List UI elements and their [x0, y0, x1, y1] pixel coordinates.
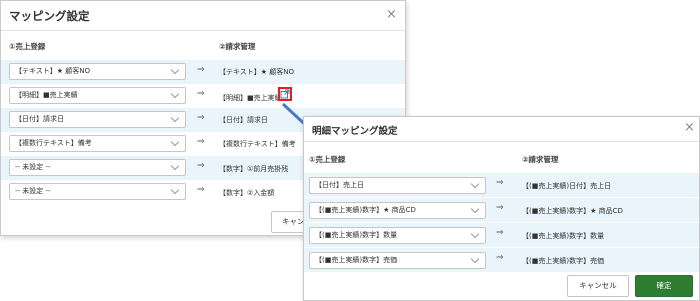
mapping-arrow-icon: ⇒: [197, 161, 205, 171]
dialog-header: 明細マッピング設定 ×: [304, 117, 699, 142]
chevron-down-icon: [170, 65, 180, 75]
select-value: 【日付】売上日: [315, 181, 364, 189]
select-value: 【テキスト】★ 顧客NO: [15, 67, 91, 75]
source-field-select[interactable]: 【複数行テキスト】備考: [9, 135, 186, 152]
chevron-down-icon: [470, 179, 480, 189]
mapping-arrow-icon: ⇒: [197, 113, 205, 123]
target-field-label: 【(■売上実績)数字】数量: [522, 232, 605, 240]
mapping-arrow-icon: ⇒: [496, 203, 504, 213]
source-field-select[interactable]: 【(■売上実績)数字】売価: [309, 252, 486, 269]
source-field-select[interactable]: 【日付】請求日: [9, 111, 186, 128]
chevron-down-icon: [170, 137, 180, 147]
chevron-down-icon: [170, 89, 180, 99]
mapping-arrow-icon: ⇒: [197, 89, 205, 99]
mapping-arrow-icon: ⇒: [496, 253, 504, 263]
chevron-down-icon: [170, 161, 180, 171]
target-field-label: 【複数行テキスト】備考: [219, 140, 296, 148]
close-icon[interactable]: ×: [684, 121, 695, 135]
mapping-arrow-icon: ⇒: [197, 185, 205, 195]
cancel-button[interactable]: キャンセル: [567, 275, 629, 297]
target-field-label: 【(■売上実績)数字】★ 商品CD: [522, 207, 623, 215]
dialog-title: マッピング設定: [9, 9, 90, 23]
chevron-down-icon: [470, 229, 480, 239]
source-field-select[interactable]: 【(■売上実績)数字】★ 商品CD: [309, 202, 486, 219]
source-field-select[interactable]: 【日付】売上日: [309, 177, 486, 194]
source-field-select[interactable]: 【(■売上実績)数字】数量: [309, 227, 486, 244]
confirm-button[interactable]: 確定: [635, 275, 693, 297]
source-field-select[interactable]: 【明細】■売上実績: [9, 87, 186, 104]
dialog-header: マッピング設定 ×: [1, 1, 405, 31]
chevron-down-icon: [170, 185, 180, 195]
select-value: 【明細】■売上実績: [15, 91, 78, 99]
source-field-select[interactable]: -- 未設定 --: [9, 183, 186, 200]
target-field-label: 【(■売上実績)数字】売価: [522, 257, 605, 265]
mapping-arrow-icon: ⇒: [496, 228, 504, 238]
chevron-down-icon: [470, 204, 480, 214]
detail-mapping-settings-dialog: 明細マッピング設定 × ①売上登録 ②請求管理 【日付】売上日 ⇒ 【(■売上実…: [303, 116, 700, 301]
target-column-header: ②請求管理: [522, 155, 559, 164]
mapping-arrow-icon: ⇒: [197, 65, 205, 75]
target-field-label: 【数字】①前月売掛残: [219, 165, 289, 173]
dialog-title: 明細マッピング設定: [312, 126, 398, 137]
select-value: 【日付】請求日: [15, 115, 64, 123]
chevron-down-icon: [170, 113, 180, 123]
select-value: -- 未設定 --: [15, 187, 51, 195]
external-link-icon[interactable]: [278, 87, 292, 101]
mapping-arrow-icon: ⇒: [496, 178, 504, 188]
close-icon[interactable]: ×: [386, 8, 397, 22]
select-value: 【(■売上実績)数字】売価: [315, 256, 398, 264]
target-field-label: 【(■売上実績)日付】売上日: [522, 182, 612, 190]
select-value: 【(■売上実績)数字】数量: [315, 231, 398, 239]
target-field-label: 【数字】②入金額: [219, 189, 275, 197]
target-field-label: 【テキスト】★ 顧客NO: [219, 68, 295, 76]
source-column-header: ①売上登録: [309, 155, 346, 164]
source-field-select[interactable]: -- 未設定 --: [9, 159, 186, 176]
chevron-down-icon: [470, 254, 480, 264]
source-column-header: ①売上登録: [9, 42, 46, 51]
source-field-select[interactable]: 【テキスト】★ 顧客NO: [9, 63, 186, 80]
select-value: 【複数行テキスト】備考: [15, 139, 92, 147]
select-value: 【(■売上実績)数字】★ 商品CD: [315, 206, 416, 214]
mapping-arrow-icon: ⇒: [197, 137, 205, 147]
target-field-label: 【明細】■売上実績: [219, 94, 282, 102]
target-field-label: 【日付】請求日: [219, 116, 268, 124]
select-value: -- 未設定 --: [15, 163, 51, 171]
target-column-header: ②請求管理: [219, 42, 256, 51]
